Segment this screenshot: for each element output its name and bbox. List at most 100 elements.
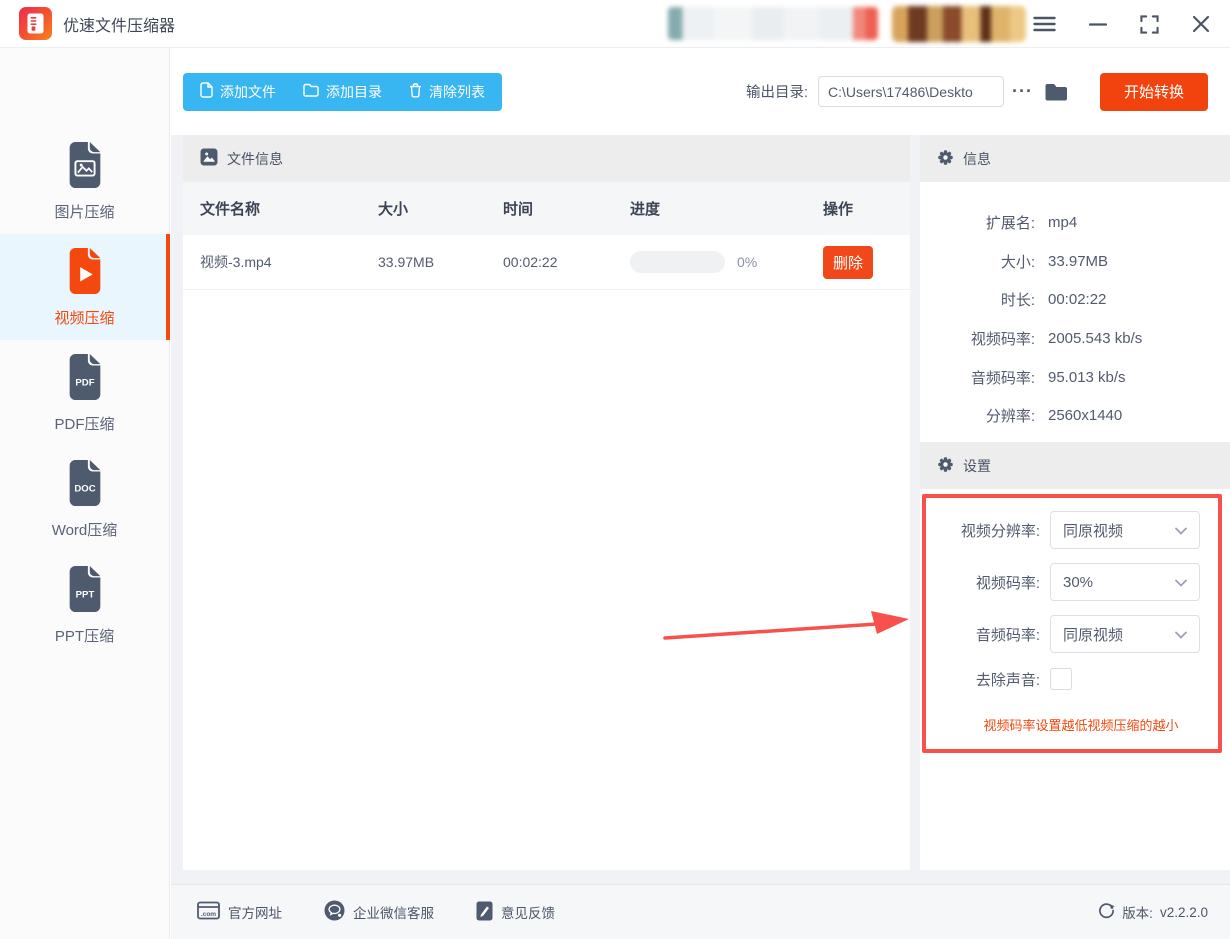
info-row-duration: 时长: 00:02:22 xyxy=(1000,291,1107,310)
close-icon[interactable] xyxy=(1190,13,1212,35)
file-plus-icon xyxy=(200,82,213,101)
main-content: 添加文件 添加目录 清除列表 输出目录: C:\Users\17486\Desk… xyxy=(171,48,1230,939)
chevron-down-icon xyxy=(1175,626,1187,643)
sidebar-item-pdf-compress[interactable]: PDF PDF压缩 xyxy=(0,340,169,446)
add-directory-button[interactable]: 添加目录 xyxy=(303,82,382,102)
sidebar-item-image-compress[interactable]: 图片压缩 xyxy=(0,128,169,234)
info-row-extension: 扩展名: mp4 xyxy=(985,213,1078,232)
image-compress-icon xyxy=(62,141,108,194)
bitrate-hint-text: 视频码率设置越低视频压缩的越小 xyxy=(983,718,1179,733)
info-panel-header: 信息 xyxy=(920,135,1230,182)
official-website-link[interactable]: .com 官方网址 xyxy=(197,901,282,923)
delete-button[interactable]: 删除 xyxy=(823,245,873,279)
trash-icon xyxy=(409,82,422,101)
sidebar-item-video-compress[interactable]: 视频压缩 xyxy=(0,234,170,340)
info-panel-title: 信息 xyxy=(963,150,991,167)
settings-panel-title: 设置 xyxy=(963,457,991,474)
progress-cell: 0% xyxy=(630,251,823,273)
toolbar: 添加文件 添加目录 清除列表 输出目录: C:\Users\17486\Desk… xyxy=(171,48,1230,135)
clear-list-button[interactable]: 清除列表 xyxy=(409,82,485,102)
table-header: 文件名称 大小 时间 进度 操作 xyxy=(183,182,910,235)
audio-bitrate-select[interactable]: 同原视频 xyxy=(1050,615,1200,653)
app-title: 优速文件压缩器 xyxy=(63,17,176,35)
video-bitrate-row: 视频码率: 30% xyxy=(920,563,1230,601)
settings-panel-header: 设置 xyxy=(920,442,1230,489)
bottom-bar: .com 官方网址 企业微信客服 意见反馈 版本: v2.2.2.0 xyxy=(171,884,1230,939)
sidebar-item-label: Word压缩 xyxy=(51,521,118,539)
svg-text:PDF: PDF xyxy=(75,377,94,388)
output-cluster: 输出目录: ··· 开始转换 xyxy=(745,72,1208,111)
remove-audio-row: 去除声音: xyxy=(920,667,1230,691)
remove-audio-checkbox[interactable] xyxy=(1050,668,1072,690)
video-compress-icon xyxy=(62,247,108,300)
info-row-resolution: 分辨率: 2560x1440 xyxy=(985,407,1123,426)
word-compress-icon: DOC xyxy=(62,459,108,512)
file-actions-group: 添加文件 添加目录 清除列表 xyxy=(183,72,502,111)
open-folder-icon[interactable] xyxy=(1044,81,1069,102)
sidebar-item-label: 视频压缩 xyxy=(54,309,115,327)
progress-bar xyxy=(630,251,725,273)
settings-body: 视频分辨率: 同原视频 视频码率: 30% 音频码率: 同原视频 去除声音: 视… xyxy=(920,489,1230,870)
wechat-chat-icon xyxy=(324,900,345,924)
window-controls xyxy=(1031,0,1212,48)
sidebar: 图片压缩 视频压缩 PDF PDF压缩 DOC Word压缩 PPT PPT压缩 xyxy=(0,48,170,939)
svg-text:PPT: PPT xyxy=(75,589,94,600)
file-name-cell: 视频-3.mp4 xyxy=(200,254,272,270)
file-size-cell: 33.97MB xyxy=(378,254,435,270)
col-time: 时间 xyxy=(503,201,534,218)
photo-icon xyxy=(200,148,218,169)
chevron-down-icon xyxy=(1175,574,1187,591)
refresh-icon[interactable] xyxy=(1098,902,1115,922)
svg-text:DOC: DOC xyxy=(74,483,95,494)
ppt-compress-icon: PPT xyxy=(62,565,108,618)
file-panel-title: 文件信息 xyxy=(227,150,283,167)
version-area: 版本: v2.2.2.0 xyxy=(1098,902,1208,922)
col-progress: 进度 xyxy=(630,201,661,218)
svg-text:.com: .com xyxy=(201,911,216,918)
video-resolution-select[interactable]: 同原视频 xyxy=(1050,511,1200,549)
app-logo-icon xyxy=(19,7,52,40)
chevron-down-icon xyxy=(1175,522,1187,539)
sidebar-item-label: 图片压缩 xyxy=(54,203,115,221)
footer-links: .com 官方网址 企业微信客服 意见反馈 xyxy=(171,900,555,924)
start-convert-button[interactable]: 开始转换 xyxy=(1100,72,1208,111)
output-dir-input[interactable] xyxy=(818,76,1005,107)
progress-percent: 0% xyxy=(737,254,758,270)
version-value: v2.2.2.0 xyxy=(1159,904,1208,920)
output-dir-label: 输出目录: xyxy=(745,85,809,101)
sidebar-item-label: PPT压缩 xyxy=(54,627,115,645)
wechat-service-link[interactable]: 企业微信客服 xyxy=(324,900,434,924)
version-label: 版本: xyxy=(1122,906,1153,921)
redacted-user-info xyxy=(668,7,878,40)
maximize-icon[interactable] xyxy=(1138,13,1161,36)
gear-icon xyxy=(937,456,954,476)
feedback-link[interactable]: 意见反馈 xyxy=(476,901,555,924)
col-file-name: 文件名称 xyxy=(200,201,261,218)
redacted-account-badge xyxy=(892,6,1026,42)
video-bitrate-select[interactable]: 30% xyxy=(1050,563,1200,601)
action-cell: 删除 xyxy=(823,245,893,279)
sidebar-item-word-compress[interactable]: DOC Word压缩 xyxy=(0,446,169,552)
audio-bitrate-row: 音频码率: 同原视频 xyxy=(920,615,1230,653)
titlebar: 优速文件压缩器 xyxy=(0,0,1230,48)
sidebar-item-ppt-compress[interactable]: PPT PPT压缩 xyxy=(0,552,169,658)
info-row-size: 大小: 33.97MB xyxy=(1000,252,1109,271)
feedback-pen-icon xyxy=(476,901,493,924)
minimize-icon[interactable] xyxy=(1087,14,1109,34)
info-settings-panel: 信息 扩展名: mp4 大小: 33.97MB 时长: 00:02:22 视频码… xyxy=(920,135,1230,870)
browse-more-button[interactable]: ··· xyxy=(1012,81,1033,102)
col-size: 大小 xyxy=(378,201,409,218)
add-file-button[interactable]: 添加文件 xyxy=(200,82,276,102)
browser-com-icon: .com xyxy=(197,901,220,923)
sidebar-item-label: PDF压缩 xyxy=(54,415,115,433)
gear-icon xyxy=(937,149,954,169)
pdf-compress-icon: PDF xyxy=(62,353,108,406)
info-row-audio-bitrate: 音频码率: 95.013 kb/s xyxy=(970,368,1126,387)
file-panel-header: 文件信息 xyxy=(183,135,910,182)
info-row-video-bitrate: 视频码率: 2005.543 kb/s xyxy=(970,329,1143,348)
menu-icon[interactable] xyxy=(1031,14,1058,34)
file-time-cell: 00:02:22 xyxy=(503,254,558,270)
video-resolution-row: 视频分辨率: 同原视频 xyxy=(920,511,1230,549)
media-info-list: 扩展名: mp4 大小: 33.97MB 时长: 00:02:22 视频码率: … xyxy=(920,182,1230,442)
table-row[interactable]: 视频-3.mp4 33.97MB 00:02:22 0% 删除 xyxy=(183,235,910,290)
